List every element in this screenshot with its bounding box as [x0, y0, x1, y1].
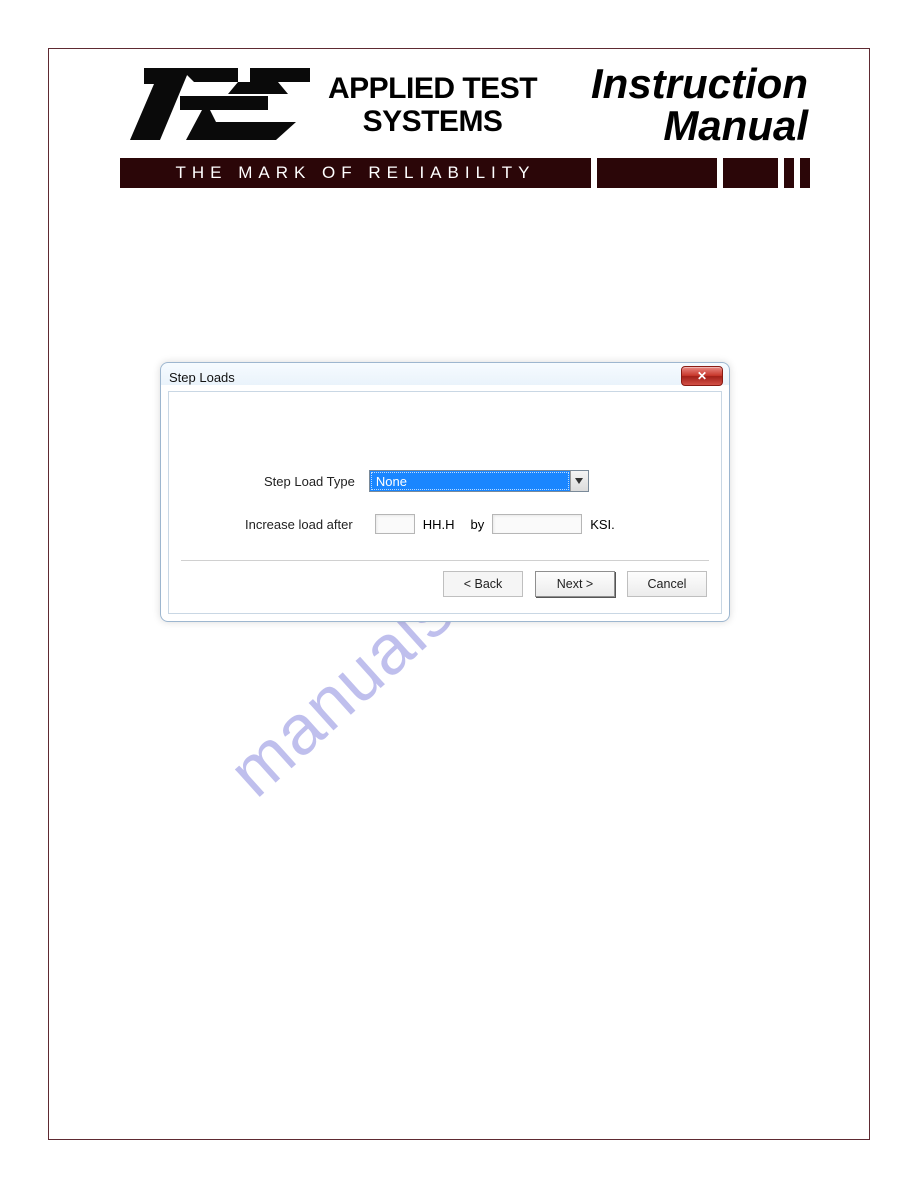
step-load-type-combobox[interactable]: None	[369, 470, 589, 492]
increase-load-row: Increase load after HH.H by KSI.	[169, 514, 721, 534]
document-header: APPLIED TEST SYSTEMS Instruction Manual	[120, 55, 808, 155]
time-unit-label: HH.H	[423, 517, 455, 532]
tagline-decor	[784, 158, 794, 188]
dialog-titlebar: Step Loads ✕	[161, 363, 729, 391]
back-button[interactable]: < Back	[443, 571, 523, 597]
tagline-text: THE MARK OF RELIABILITY	[120, 158, 591, 188]
company-name: APPLIED TEST SYSTEMS	[328, 72, 537, 138]
chevron-down-icon	[570, 471, 588, 491]
back-button-label: < Back	[464, 577, 503, 591]
dialog-title: Step Loads	[169, 370, 235, 385]
dialog-body: Step Load Type None Increase load after …	[168, 391, 722, 614]
time-input[interactable]	[375, 514, 415, 534]
tagline-decor	[723, 158, 778, 188]
company-line1: APPLIED TEST	[328, 72, 537, 105]
document-title: Instruction Manual	[591, 63, 808, 147]
next-button[interactable]: Next >	[535, 571, 615, 597]
dialog-button-row: < Back Next > Cancel	[443, 571, 707, 597]
separator	[181, 560, 709, 561]
close-button[interactable]: ✕	[681, 366, 723, 386]
increase-load-after-label: Increase load after	[245, 517, 353, 532]
step-load-type-row: Step Load Type None	[169, 470, 721, 492]
step-load-type-label: Step Load Type	[264, 474, 355, 489]
close-icon: ✕	[697, 369, 707, 383]
ats-logo-icon	[120, 60, 320, 150]
load-unit-label: KSI.	[590, 517, 615, 532]
by-label: by	[470, 517, 484, 532]
cancel-button-label: Cancel	[648, 577, 687, 591]
tagline-decor	[597, 158, 717, 188]
step-loads-dialog: Step Loads ✕ Step Load Type None Increas…	[160, 362, 730, 622]
tagline-row: THE MARK OF RELIABILITY	[120, 158, 810, 188]
cancel-button[interactable]: Cancel	[627, 571, 707, 597]
title-line1: Instruction	[591, 63, 808, 105]
tagline-decor	[800, 158, 810, 188]
company-line2: SYSTEMS	[328, 105, 537, 138]
next-button-label: Next >	[557, 577, 593, 591]
load-input[interactable]	[492, 514, 582, 534]
title-line2: Manual	[591, 105, 808, 147]
combobox-selected: None	[370, 471, 570, 491]
